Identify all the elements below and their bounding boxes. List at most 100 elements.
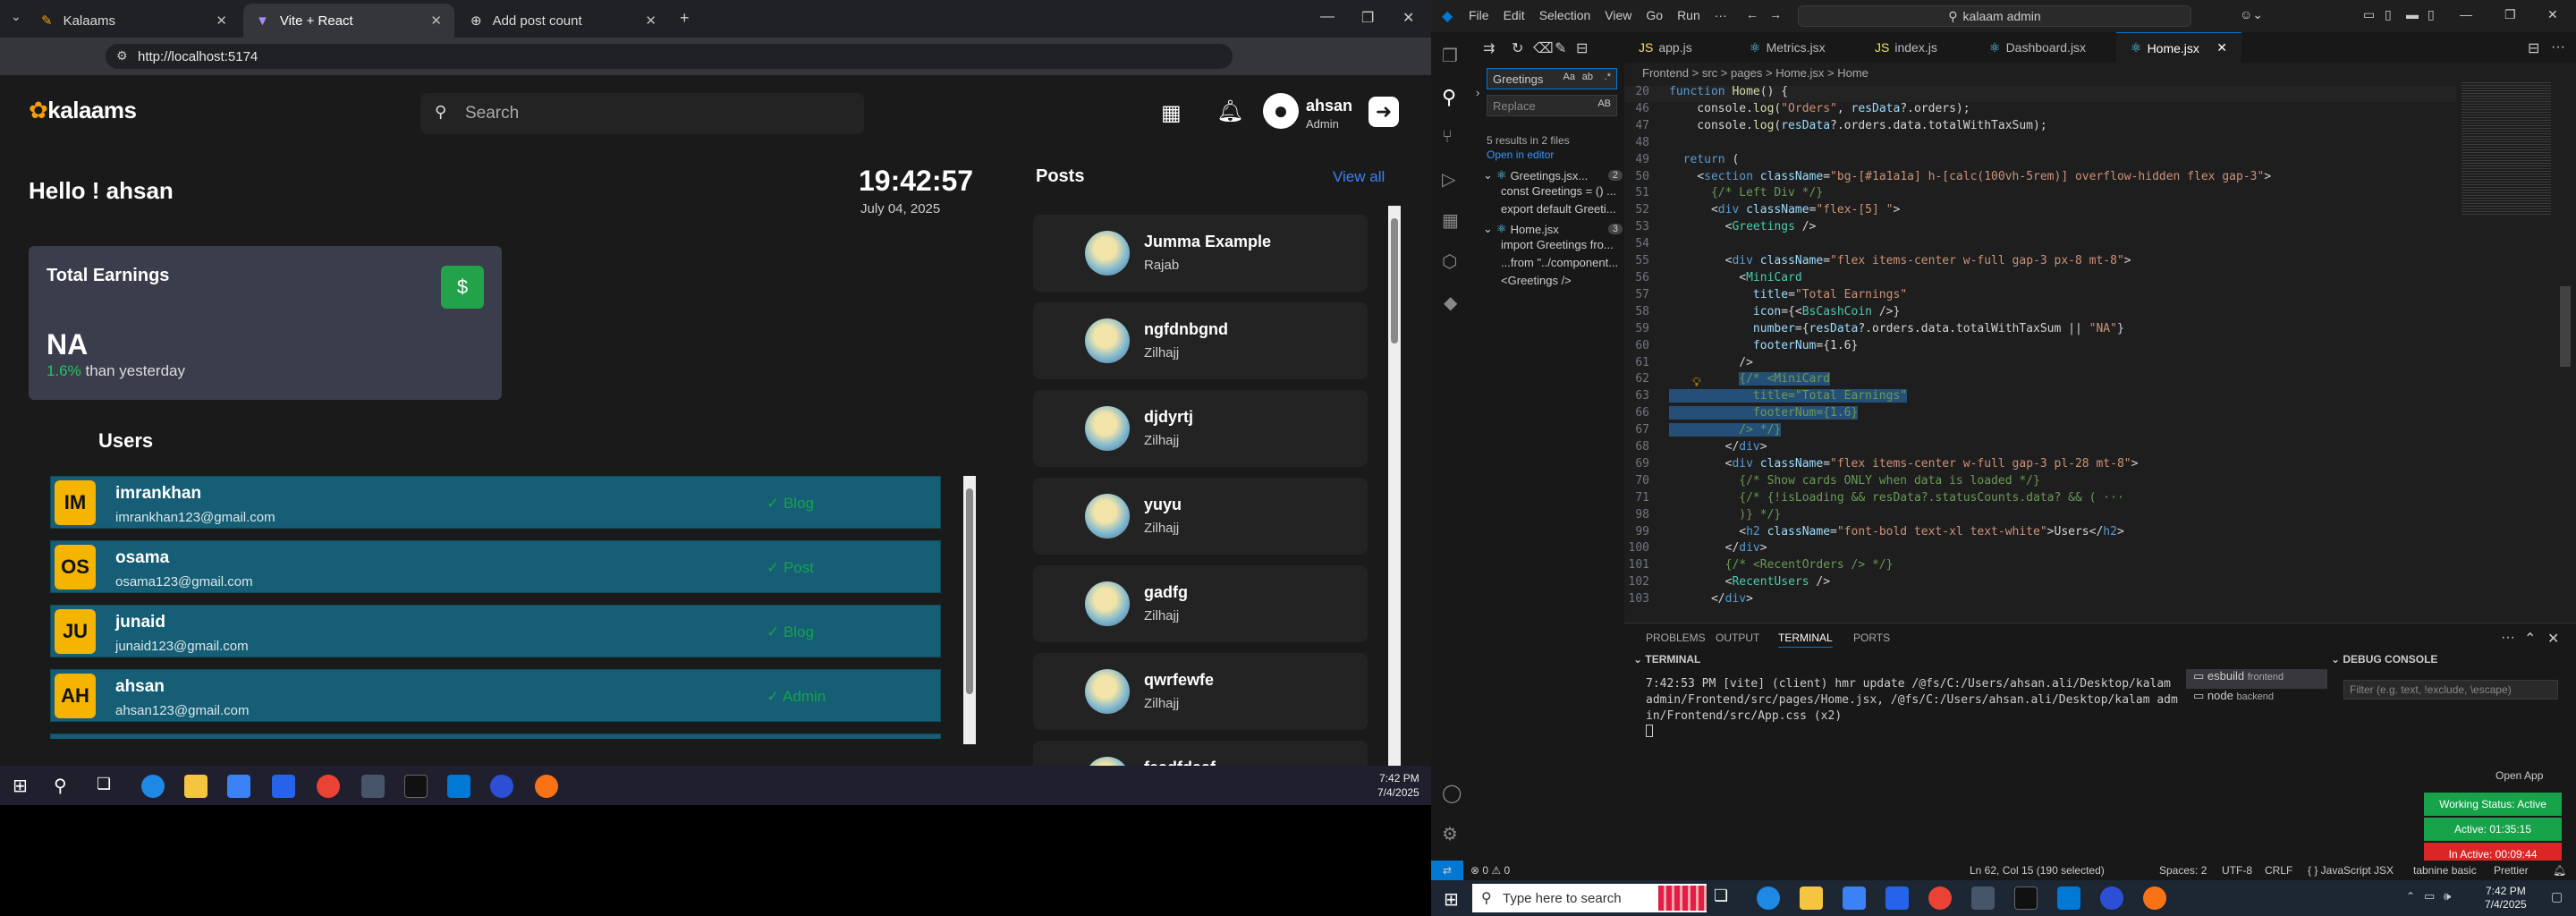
panel-tab-terminal[interactable]: TERMINAL <box>1778 632 1833 648</box>
tab-list-icon[interactable]: ⌄ <box>11 9 21 24</box>
task-view-icon[interactable]: ❏ <box>1714 886 1737 910</box>
preserve-case-icon[interactable]: AB <box>1597 98 1611 109</box>
close-icon[interactable]: ✕ <box>430 13 442 29</box>
code-line[interactable]: 61 /> <box>1624 355 2456 372</box>
encoding[interactable]: UTF-8 <box>2222 864 2252 877</box>
menu-edit[interactable]: Edit <box>1504 8 1525 22</box>
app-icon[interactable] <box>361 775 385 798</box>
toggle-aux-icon[interactable]: ▯ <box>2428 7 2435 22</box>
clear-icon[interactable]: ⌫ <box>1533 39 1554 57</box>
menu-file[interactable]: File <box>1469 8 1489 22</box>
tab-metrics-jsx[interactable]: ⚛ Metrics.jsx <box>1735 32 1860 63</box>
result-match[interactable]: ...from "../component... <box>1483 256 1623 274</box>
tab-home-jsx[interactable]: ⚛ Home.jsx ✕ <box>2116 32 2241 63</box>
result-match[interactable]: const Greetings = () ... <box>1483 184 1623 202</box>
notification-icon[interactable]: ▢ <box>2551 889 2563 904</box>
store-icon[interactable] <box>227 775 250 798</box>
post-item[interactable]: Jumma Example Rajab <box>1033 215 1368 292</box>
file-explorer-icon[interactable] <box>184 775 208 798</box>
view-all-link[interactable]: View all <box>1333 168 1385 186</box>
copilot-icon[interactable]: ☺⌄ <box>2240 7 2263 22</box>
open-app-button[interactable]: Open App <box>2496 769 2543 782</box>
edge-icon[interactable] <box>1757 886 1780 910</box>
tab-add-post-count[interactable]: ⊕ Add post count ✕ <box>458 4 669 38</box>
logo[interactable]: ✿kalaams <box>29 97 137 124</box>
remote-indicator-icon[interactable]: ⇄ <box>1431 861 1463 880</box>
forward-icon[interactable]: → <box>1769 7 1782 21</box>
collapse-all-icon[interactable]: ⊟ <box>1576 39 1588 57</box>
command-center[interactable]: ⚲ kalaam admin <box>1798 5 2191 27</box>
extensions-icon[interactable]: ▦ <box>1442 209 1459 232</box>
layout-icon[interactable]: ▭ <box>2363 7 2375 22</box>
user-row[interactable] <box>50 734 941 739</box>
search-input[interactable]: ⚲ Search <box>420 93 864 134</box>
line-ending[interactable]: CRLF <box>2265 864 2292 877</box>
code-line[interactable]: 67 /> */} <box>1624 422 2456 439</box>
terminal-output[interactable]: 7:42:53 PM [vite] (client) hmr update /@… <box>1646 676 2179 742</box>
post-item[interactable]: djdyrtj Zilhajj <box>1033 390 1368 467</box>
menu-go[interactable]: Go <box>1646 8 1663 22</box>
code-line[interactable]: 100 </div> <box>1624 540 2456 557</box>
post-item[interactable]: gadfg Zilhajj <box>1033 565 1368 642</box>
split-editor-icon[interactable]: ⊟ <box>2528 39 2539 57</box>
zoom-icon[interactable] <box>2100 886 2123 910</box>
gear-icon[interactable]: ⚙ <box>1442 823 1458 845</box>
code-line[interactable]: 103 </div> <box>1624 591 2456 608</box>
code-line[interactable]: 57 title="Total Earnings" <box>1624 287 2456 304</box>
back-icon[interactable]: ← <box>1746 7 1758 21</box>
user-row[interactable]: OS osama osama123@gmail.com ✓ Post <box>50 540 941 593</box>
code-line[interactable]: 49 return ( <box>1624 152 2456 169</box>
close-window-icon[interactable]: ✕ <box>2547 7 2558 22</box>
remote-icon[interactable]: ⬡ <box>1442 250 1457 273</box>
chrome-icon[interactable] <box>317 775 340 798</box>
result-file[interactable]: ⌄ ⚛ Greetings.jsx... 2 <box>1483 166 1623 184</box>
code-line[interactable]: 47 console.log(resData?.orders.data.tota… <box>1624 118 2456 135</box>
code-line[interactable]: 56 <MiniCard <box>1624 270 2456 287</box>
volume-icon[interactable]: 🕪︎ <box>2444 889 2451 903</box>
maximize-icon[interactable]: ❐ <box>2504 7 2516 22</box>
close-icon[interactable]: ✕ <box>645 13 657 29</box>
zoom-icon[interactable] <box>490 775 513 798</box>
menu-more[interactable]: ··· <box>1715 8 1727 22</box>
toggle-sidebar-icon[interactable]: ▯ <box>2385 7 2392 22</box>
code-line[interactable]: 99 <h2 className="font-bold text-xl text… <box>1624 524 2456 541</box>
search-find-input[interactable]: Greetings Aa ab .* <box>1487 68 1617 89</box>
code-line[interactable]: 101 {/* <RecentOrders /> */} <box>1624 557 2456 574</box>
user-row[interactable]: IM imrankhan imrankhan123@gmail.com ✓ Bl… <box>50 476 941 529</box>
menu-selection[interactable]: Selection <box>1539 8 1591 22</box>
code-line[interactable]: 68 </div> <box>1624 439 2456 456</box>
post-item[interactable]: yuyu Zilhajj <box>1033 478 1368 555</box>
close-panel-icon[interactable]: ✕ <box>2547 630 2559 648</box>
regex-icon[interactable]: .* <box>1605 72 1611 82</box>
code-line[interactable]: 52 <div className="flex-[5] "> <box>1624 202 2456 219</box>
terminal-icon[interactable] <box>2014 886 2038 910</box>
result-match[interactable]: import Greetings fro... <box>1483 238 1623 256</box>
terminal-icon[interactable] <box>404 775 428 798</box>
code-line[interactable]: 54 <box>1624 236 2456 253</box>
app-icon[interactable] <box>1971 886 1995 910</box>
post-item[interactable]: qwrfewfe Zilhajj <box>1033 653 1368 730</box>
problems-count[interactable]: ⊗ 0 ⚠ 0 <box>1470 864 1510 877</box>
result-match[interactable]: <Greetings /> <box>1483 274 1623 292</box>
post-item[interactable]: ngfdnbgnd Zilhajj <box>1033 302 1368 379</box>
minimize-icon[interactable]: — <box>2460 7 2472 21</box>
editor-scrollbar[interactable] <box>2560 286 2571 367</box>
code-line[interactable]: 98 )} */} <box>1624 507 2456 524</box>
panel-tab-output[interactable]: OUTPUT <box>1716 632 1759 644</box>
code-line[interactable]: 53 <Greetings /> <box>1624 219 2456 236</box>
maximize-panel-icon[interactable]: ⌃ <box>2524 630 2536 648</box>
refresh-icon[interactable]: ↻ <box>1512 39 1523 57</box>
mail-icon[interactable] <box>272 775 295 798</box>
tab-dashboard-jsx[interactable]: ⚛ Dashboard.jsx <box>1975 32 2116 63</box>
task-view-icon[interactable]: ❏ <box>97 775 111 793</box>
code-line[interactable]: 48 <box>1624 135 2456 152</box>
prettier-status[interactable]: Prettier <box>2494 864 2529 877</box>
vscode-icon[interactable] <box>2057 886 2080 910</box>
minimap[interactable] <box>2462 81 2551 215</box>
close-icon[interactable]: ✕ <box>216 13 227 29</box>
tab-vite-react[interactable]: ▼ Vite + React ✕ <box>243 4 454 38</box>
terminal-item[interactable]: ▭ node backend <box>2186 689 2327 708</box>
vscode-icon[interactable] <box>447 775 470 798</box>
account-icon[interactable]: ◯ <box>1442 782 1462 804</box>
store-icon[interactable] <box>1843 886 1866 910</box>
